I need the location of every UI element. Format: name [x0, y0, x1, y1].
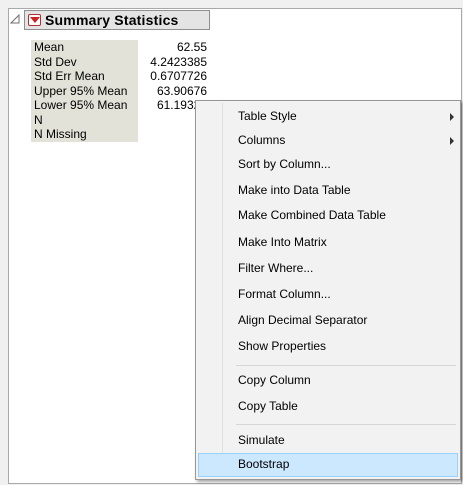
menu-item-label: Sort by Column... — [238, 157, 331, 171]
menu-item-make-into-data-table[interactable]: Make into Data Table — [198, 179, 458, 203]
menu-item-simulate[interactable]: Simulate — [198, 429, 458, 453]
stat-label: Std Dev — [31, 54, 138, 69]
submenu-arrow-icon — [450, 113, 454, 121]
menu-item-label: Format Column... — [238, 287, 331, 301]
menu-item-label: Copy Table — [238, 399, 298, 413]
menu-item-label: Align Decimal Separator — [238, 313, 368, 327]
table-row: Lower 95% Mean 61.19323 — [31, 98, 209, 113]
menu-separator — [236, 365, 456, 366]
stat-label: Std Err Mean — [31, 69, 138, 84]
outline-header[interactable]: Summary Statistics — [24, 10, 210, 30]
submenu-arrow-icon — [450, 137, 454, 145]
menu-item-filter-where[interactable]: Filter Where... — [198, 257, 458, 281]
table-row: Std Err Mean 0.6707726 — [31, 69, 209, 84]
menu-item-copy-column[interactable]: Copy Column — [198, 369, 458, 393]
stat-value: 4.2423385 — [150, 54, 207, 69]
menu-item-table-style[interactable]: Table Style — [198, 105, 458, 129]
menu-item-copy-table[interactable]: Copy Table — [198, 395, 458, 419]
disclosure-triangle-icon[interactable] — [10, 14, 20, 24]
context-menu: Table Style Columns Sort by Column... Ma… — [195, 100, 461, 480]
menu-item-label: Filter Where... — [238, 261, 314, 275]
menu-item-show-properties[interactable]: Show Properties — [198, 335, 458, 359]
stat-label: N Missing — [31, 127, 138, 142]
summary-statistics-table: Mean 62.55 Std Dev 4.2423385 Std Err Mea… — [31, 40, 209, 142]
menu-item-label: Copy Column — [238, 373, 311, 387]
table-row: Upper 95% Mean 63.90676 — [31, 83, 209, 98]
menu-item-columns[interactable]: Columns — [198, 129, 458, 153]
table-row: N Missing — [31, 127, 209, 142]
menu-item-make-into-matrix[interactable]: Make Into Matrix — [198, 231, 458, 255]
menu-item-label: Columns — [238, 133, 286, 147]
stat-value: 0.6707726 — [150, 69, 207, 83]
stat-value: 62.55 — [176, 40, 207, 54]
table-row: Std Dev 4.2423385 — [31, 54, 209, 69]
red-triangle-menu-icon[interactable] — [28, 14, 41, 26]
menu-separator — [236, 424, 456, 425]
table-row: N 4 — [31, 112, 209, 127]
stat-label: N — [31, 112, 138, 127]
menu-item-sort-by-column[interactable]: Sort by Column... — [198, 153, 458, 177]
outline-title: Summary Statistics — [45, 12, 179, 28]
stat-label: Upper 95% Mean — [31, 83, 138, 98]
stat-label: Lower 95% Mean — [31, 98, 138, 113]
menu-item-bootstrap[interactable]: Bootstrap — [198, 453, 458, 477]
menu-item-label: Make Into Matrix — [238, 235, 327, 249]
menu-item-align-decimal-separator[interactable]: Align Decimal Separator — [198, 309, 458, 333]
menu-item-label: Make into Data Table — [238, 183, 351, 197]
menu-item-format-column[interactable]: Format Column... — [198, 283, 458, 307]
menu-item-label: Make Combined Data Table — [238, 208, 386, 222]
table-row: Mean 62.55 — [31, 40, 209, 55]
stat-value: 63.90676 — [156, 83, 207, 98]
stat-label: Mean — [31, 40, 138, 55]
menu-item-label: Simulate — [238, 433, 285, 447]
menu-item-make-combined-data-table[interactable]: Make Combined Data Table — [198, 204, 458, 228]
menu-item-label: Show Properties — [238, 339, 327, 353]
menu-item-label: Table Style — [238, 109, 297, 123]
menu-item-label: Bootstrap — [238, 457, 290, 471]
